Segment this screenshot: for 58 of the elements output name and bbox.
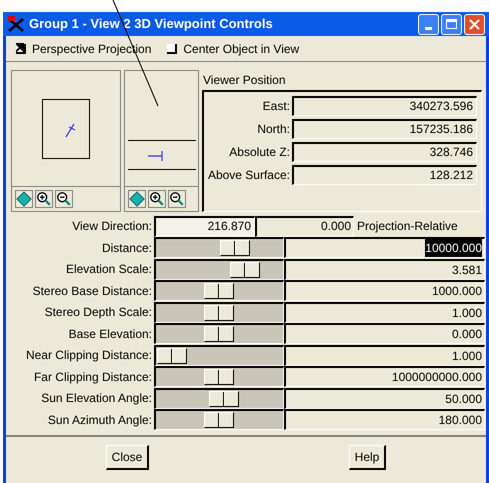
plan-view-drawing (42, 98, 90, 158)
slider-label: Far Clipping Distance: (32, 368, 153, 386)
slider-label: Stereo Depth Scale: (44, 304, 153, 322)
window-title: Group 1 - View 2 3D Viewpoint Controls (29, 15, 273, 34)
slider-label: Base Elevation: (68, 326, 153, 343)
field-label: East: (262, 98, 290, 115)
slider-label: Near Clipping Distance: (24, 347, 153, 364)
value-field[interactable]: 328.746 (292, 142, 477, 162)
slider-track[interactable] (154, 302, 284, 323)
zoom-out-icon[interactable] (168, 190, 186, 208)
field-label: Absolute Z: (228, 144, 290, 161)
value-field[interactable]: 128.212 (292, 165, 477, 185)
zoom-out-icon[interactable] (55, 190, 73, 208)
slider-label: Elevation Scale: (64, 261, 153, 278)
slider-handle[interactable] (204, 304, 234, 321)
fit-view-icon[interactable] (15, 190, 33, 208)
value-field[interactable]: 340273.596 (292, 96, 477, 116)
slider-track[interactable] (154, 344, 284, 366)
side-view-drawing (128, 140, 196, 172)
slider-track[interactable] (154, 366, 284, 388)
slider-track[interactable] (154, 258, 284, 280)
slider-handle[interactable] (204, 369, 234, 386)
slider-handle[interactable] (204, 283, 234, 300)
field-label: Above Surface: (206, 167, 290, 184)
slider-handle[interactable] (204, 326, 234, 342)
slider-track[interactable] (154, 280, 284, 302)
slider-handle[interactable] (209, 390, 240, 407)
slider-label: Sun Azimuth Angle: (46, 412, 153, 429)
slider-track[interactable] (154, 409, 284, 430)
slider-handle[interactable] (220, 240, 250, 256)
zoom-in-icon[interactable] (35, 190, 53, 208)
dialog-button[interactable]: Close (106, 445, 150, 470)
slider-handle[interactable] (230, 262, 260, 278)
slider-track[interactable] (154, 323, 284, 344)
slider-handle[interactable] (204, 412, 234, 428)
checkbox-label: Center Object in View (183, 40, 300, 58)
slider-handle[interactable] (157, 348, 188, 364)
field-label: View Direction: (71, 218, 153, 235)
slider-track[interactable] (154, 237, 284, 258)
app-icon (7, 16, 25, 32)
slider-label: Stereo Base Distance: (32, 282, 153, 300)
field-label: North: (256, 121, 290, 138)
close-button[interactable] (464, 14, 485, 34)
minimize-button[interactable] (418, 14, 439, 34)
dialog-button[interactable]: Help (348, 445, 386, 470)
slider-label: Distance: (100, 240, 153, 257)
checkbox[interactable] (167, 44, 178, 54)
group-title: Viewer Position (202, 72, 286, 89)
fit-view-icon[interactable] (128, 190, 146, 208)
value-field[interactable]: 216.870 (154, 216, 255, 236)
checkbox[interactable] (16, 44, 26, 54)
close-icon[interactable] (469, 18, 480, 30)
slider-label: Sun Elevation Angle: (40, 390, 153, 408)
field-label: Projection-Relative (356, 218, 458, 235)
value-field[interactable]: 157235.186 (292, 119, 477, 139)
maximize-button[interactable] (441, 14, 462, 34)
zoom-in-icon[interactable] (148, 190, 166, 208)
slider-track[interactable] (154, 388, 284, 409)
